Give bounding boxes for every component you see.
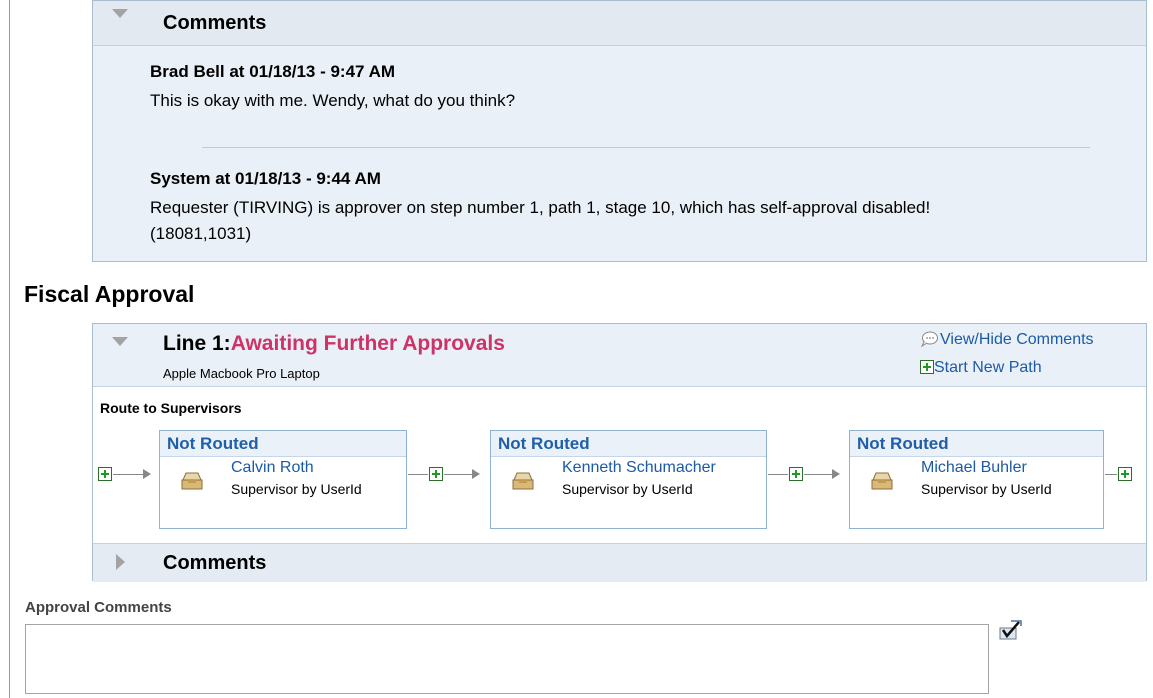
approval-comments-field[interactable] bbox=[25, 624, 989, 694]
left-border-line bbox=[9, 0, 10, 698]
spellcheck-icon[interactable] bbox=[997, 618, 1023, 642]
comment-text: Requester (TIRVING) is approver on step … bbox=[150, 198, 931, 243]
line-comments-header[interactable]: Comments bbox=[93, 543, 1146, 582]
comment-author: Brad Bell at 01/18/13 - 9:47 AM bbox=[150, 62, 396, 81]
line-status: Awaiting Further Approvals bbox=[230, 332, 505, 355]
insert-approver-button[interactable] bbox=[98, 467, 112, 481]
step-status: Not Routed bbox=[498, 434, 590, 453]
approval-step: Not Routed Michael Buhler Supervisor by … bbox=[849, 430, 1104, 529]
line-header: Line 1:Awaiting Further Approvals Apple … bbox=[93, 324, 1146, 387]
approval-step: Not Routed Kenneth Schumacher Supervisor… bbox=[490, 430, 767, 529]
approval-comments-label: Approval Comments bbox=[25, 599, 172, 616]
line-label: Line 1: bbox=[163, 332, 231, 355]
route-connector bbox=[444, 474, 472, 475]
approver-role: Supervisor by UserId bbox=[921, 481, 1052, 497]
arrow-icon bbox=[143, 469, 151, 479]
step-header: Not Routed bbox=[491, 431, 766, 457]
step-status: Not Routed bbox=[857, 434, 949, 453]
expand-triangle-icon[interactable] bbox=[116, 554, 125, 570]
inbox-tray-icon bbox=[871, 472, 893, 490]
comment-text: This is okay with me. Wendy, what do you… bbox=[150, 91, 516, 110]
approver-role: Supervisor by UserId bbox=[562, 481, 693, 497]
view-hide-comments-label[interactable]: View/Hide Comments bbox=[940, 331, 1094, 348]
collapse-triangle-icon[interactable] bbox=[112, 9, 128, 18]
add-plus-icon[interactable] bbox=[920, 360, 934, 374]
route-connector bbox=[113, 474, 143, 475]
insert-approver-button[interactable] bbox=[1118, 467, 1132, 481]
comments-panel: Comments Brad Bell at 01/18/13 - 9:47 AM… bbox=[92, 0, 1147, 262]
arrow-icon bbox=[832, 469, 840, 479]
chat-bubble-icon bbox=[920, 331, 938, 347]
line-approval-panel: Line 1:Awaiting Further Approvals Apple … bbox=[92, 323, 1147, 582]
start-new-path-label[interactable]: Start New Path bbox=[934, 359, 1042, 376]
comments-title: Comments bbox=[163, 12, 267, 34]
line-heading: Line 1:Awaiting Further Approvals bbox=[163, 332, 505, 356]
inbox-tray-icon bbox=[512, 472, 534, 490]
step-header: Not Routed bbox=[850, 431, 1103, 457]
route-connector bbox=[768, 474, 788, 475]
step-header: Not Routed bbox=[160, 431, 406, 457]
route-title: Route to Supervisors bbox=[100, 400, 242, 416]
inbox-tray-icon bbox=[181, 472, 203, 490]
collapse-triangle-icon[interactable] bbox=[112, 337, 128, 346]
approver-role: Supervisor by UserId bbox=[231, 481, 362, 497]
comments-header[interactable]: Comments bbox=[93, 1, 1146, 46]
arrow-icon bbox=[472, 469, 480, 479]
view-hide-comments-link[interactable]: View/Hide Comments bbox=[920, 331, 1094, 349]
fiscal-approval-title: Fiscal Approval bbox=[24, 281, 195, 307]
approver-name-link[interactable]: Michael Buhler bbox=[921, 459, 1027, 477]
line-comments-title: Comments bbox=[163, 552, 267, 574]
comment-divider bbox=[202, 147, 1090, 148]
line-item-description: Apple Macbook Pro Laptop bbox=[163, 366, 320, 381]
insert-approver-button[interactable] bbox=[429, 467, 443, 481]
route-connector bbox=[804, 474, 832, 475]
route-connector bbox=[1105, 474, 1117, 475]
approval-step: Not Routed Calvin Roth Supervisor by Use… bbox=[159, 430, 407, 529]
approver-name-link[interactable]: Kenneth Schumacher bbox=[562, 459, 716, 477]
route-connector bbox=[408, 474, 428, 475]
start-new-path-link[interactable]: Start New Path bbox=[920, 359, 1042, 377]
comment-author: System at 01/18/13 - 9:44 AM bbox=[150, 169, 381, 188]
step-status: Not Routed bbox=[167, 434, 259, 453]
insert-approver-button[interactable] bbox=[789, 467, 803, 481]
approver-name-link[interactable]: Calvin Roth bbox=[231, 459, 314, 477]
